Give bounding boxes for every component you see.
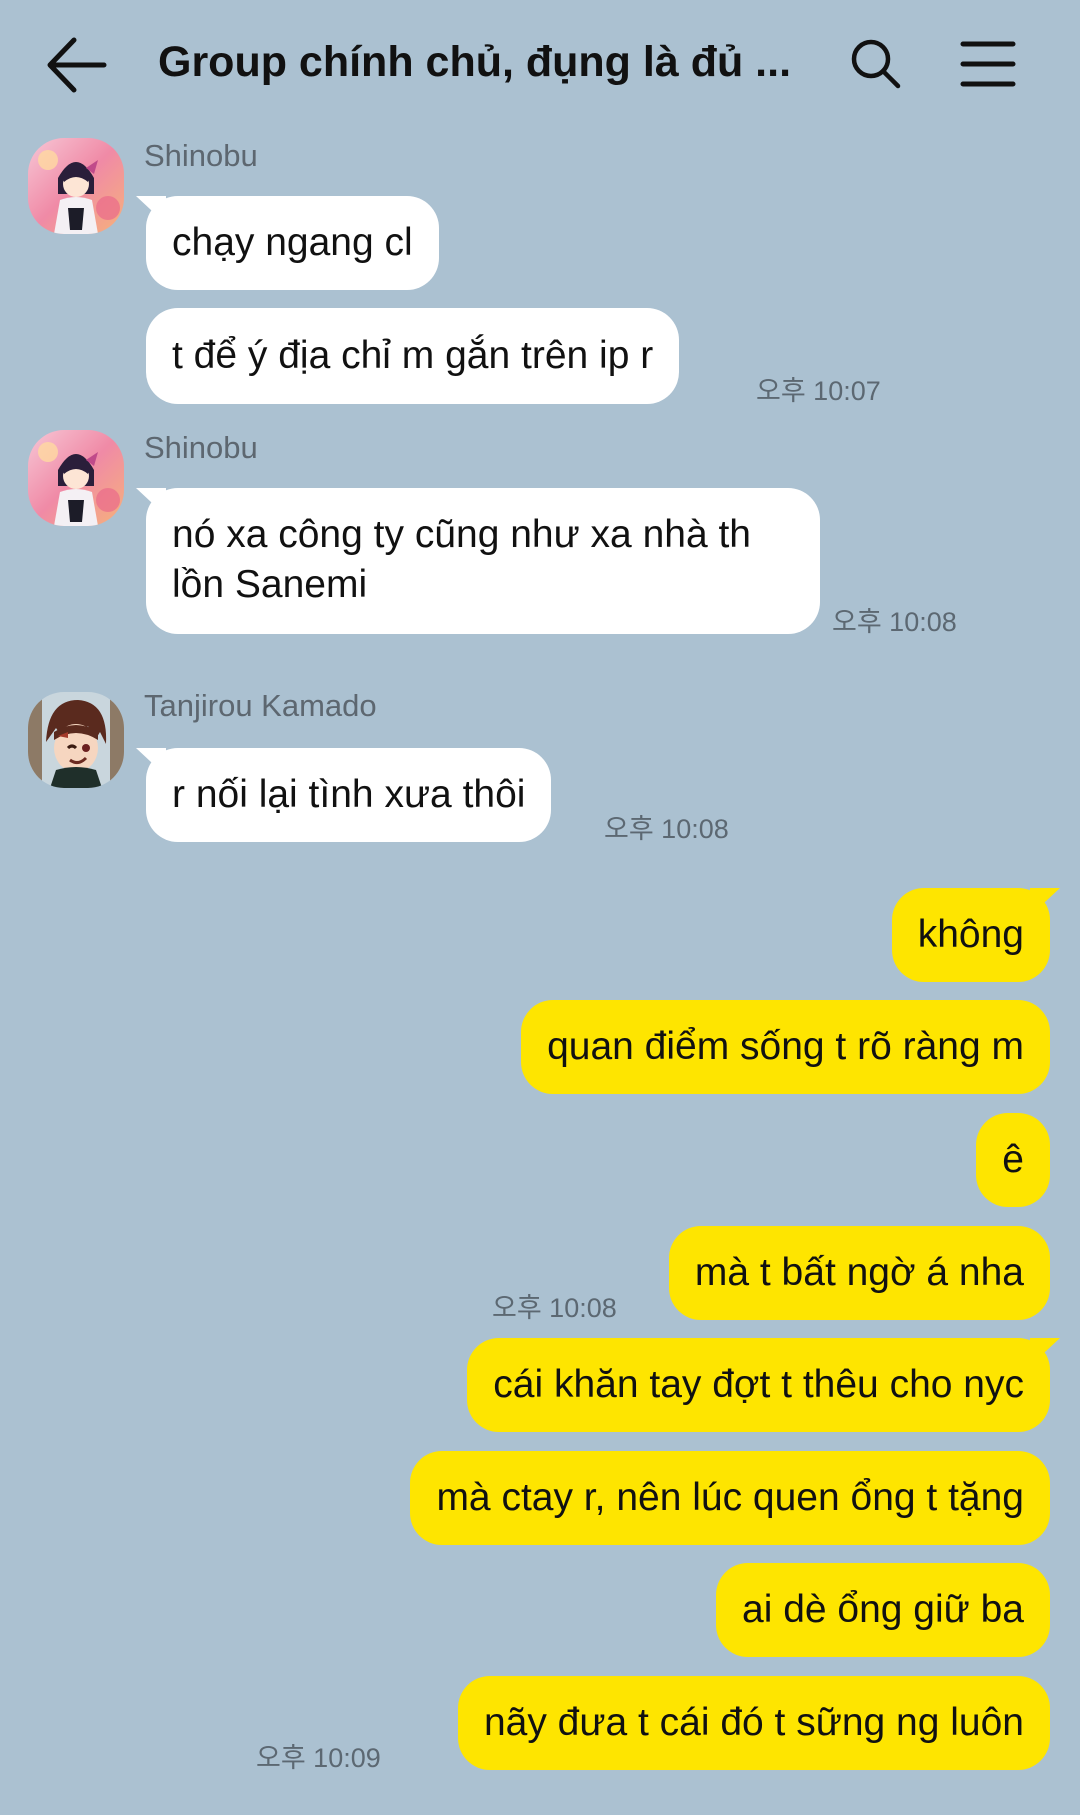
avatar-tanjirou[interactable]	[28, 692, 124, 788]
my-message-bubble[interactable]: không	[891, 888, 1050, 982]
message-timestamp: 오후 10:08	[492, 1293, 617, 1323]
shinobu-avatar-image	[28, 430, 124, 526]
hamburger-menu-icon[interactable]	[960, 38, 1016, 90]
message-bubble[interactable]: t để ý địa chỉ m gắn trên ip r	[146, 308, 680, 404]
message-timestamp: 오후 10:08	[832, 607, 957, 637]
message-bubble[interactable]: r nối lại tình xưa thôi	[146, 748, 552, 842]
my-message-bubble[interactable]: mà ctay r, nên lúc quen ổng t tặng	[410, 1451, 1050, 1545]
my-message-bubble[interactable]: cái khăn tay đợt t thêu cho nyc	[467, 1338, 1050, 1432]
message-timestamp: 오후 10:09	[256, 1743, 381, 1773]
shinobu-avatar-image	[28, 138, 124, 234]
chat-header: Group chính chủ, đụng là đủ ...	[0, 0, 1080, 126]
avatar-shinobu[interactable]	[28, 430, 124, 526]
message-bubble[interactable]: chạy ngang cl	[146, 196, 439, 290]
sender-name: Tanjirou Kamado	[144, 688, 377, 723]
message-timestamp: 오후 10:08	[604, 814, 729, 844]
chat-title: Group chính chủ, đụng là đủ ...	[158, 38, 792, 86]
message-timestamp: 오후 10:07	[756, 376, 881, 406]
my-message-bubble[interactable]: nãy đưa t cái đó t sững ng luôn	[457, 1676, 1050, 1770]
arrow-left-icon[interactable]	[44, 32, 110, 98]
search-icon[interactable]	[850, 38, 902, 90]
tanjirou-avatar-image	[28, 692, 124, 788]
avatar-shinobu[interactable]	[28, 138, 124, 234]
sender-name: Shinobu	[144, 138, 258, 173]
my-message-bubble[interactable]: quan điểm sống t rõ ràng m	[521, 1000, 1050, 1094]
my-message-bubble[interactable]: ai dè ổng giữ ba	[716, 1563, 1050, 1657]
my-message-bubble[interactable]: mà t bất ngờ á nha	[668, 1226, 1050, 1320]
my-message-bubble[interactable]: ê	[976, 1113, 1050, 1207]
sender-name: Shinobu	[144, 430, 258, 465]
message-bubble[interactable]: nó xa công ty cũng như xa nhà th lồn San…	[146, 488, 820, 634]
